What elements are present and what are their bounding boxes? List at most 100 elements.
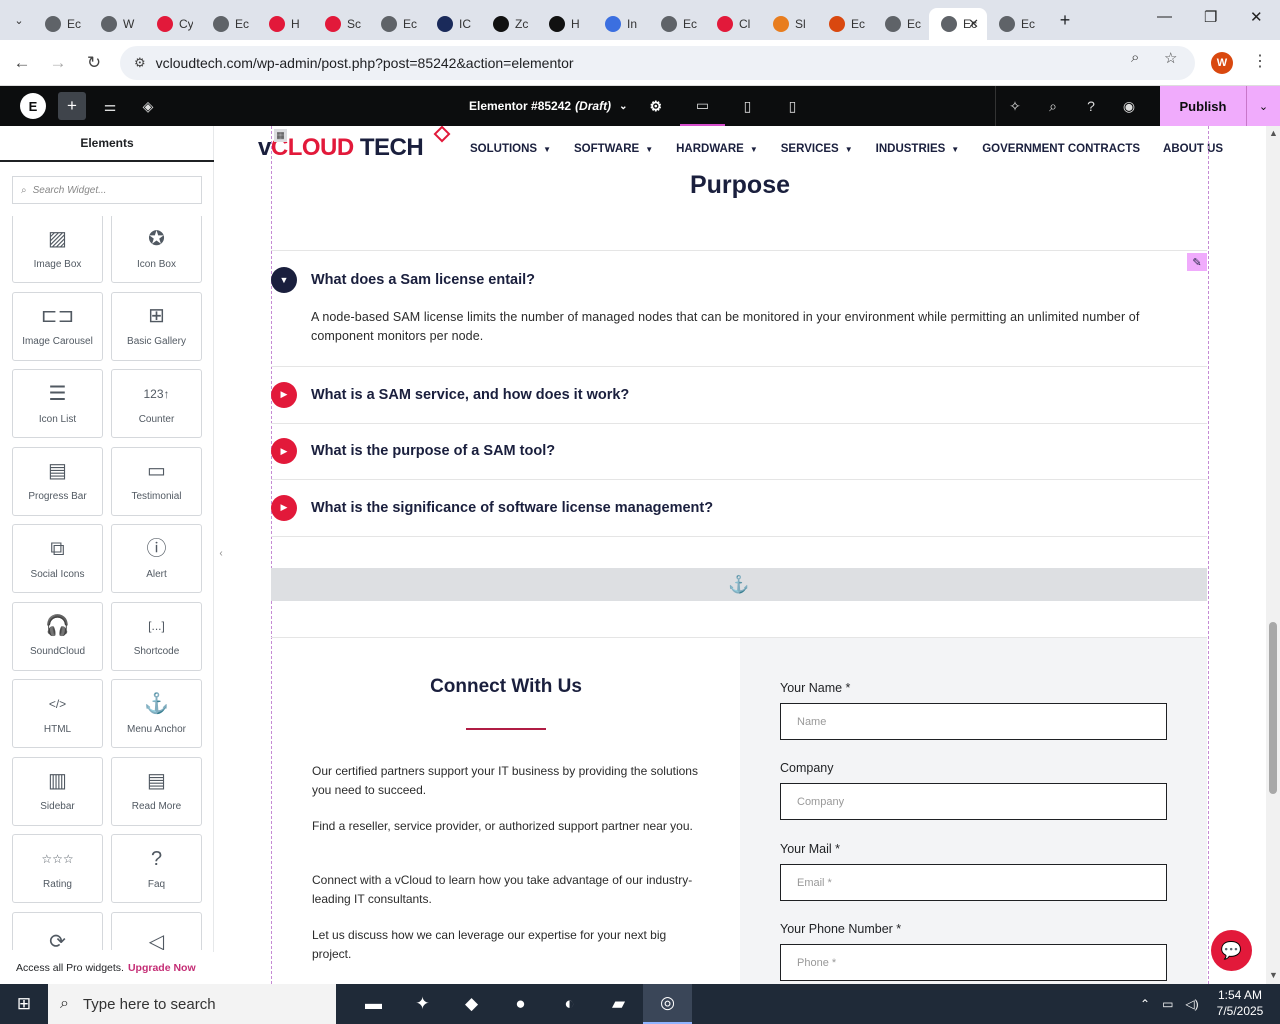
browser-tab[interactable]: H — [537, 8, 593, 40]
faq-question-toggle[interactable]: ▶ What is the significance of software li… — [271, 480, 1207, 536]
upgrade-now-link[interactable]: Upgrade Now — [128, 962, 196, 974]
widget-counter[interactable]: 123↑ Counter — [111, 369, 202, 438]
browser-tab[interactable]: Ec ✕ — [929, 8, 987, 40]
scroll-up-icon[interactable]: ▲ — [1269, 128, 1278, 138]
zoom-icon[interactable]: ⌕ — [1131, 49, 1139, 66]
widget-search-input[interactable]: ⌕ Search Widget... — [12, 176, 202, 204]
widget-icon-list[interactable]: ☰ Icon List — [12, 369, 103, 438]
url-text[interactable]: vcloudtech.com/wp-admin/post.php?post=85… — [156, 55, 574, 71]
browser-tab[interactable]: Cl — [705, 8, 761, 40]
edit-widget-pencil-icon[interactable]: ✎ — [1187, 253, 1207, 271]
page-settings-gear-icon[interactable]: ⚙ — [649, 98, 662, 115]
app-icon[interactable]: ✦ — [398, 984, 447, 1024]
browser-tab[interactable]: Cy — [145, 8, 201, 40]
zoom-app-icon[interactable]: ● — [496, 984, 545, 1024]
scroll-down-icon[interactable]: ▼ — [1269, 970, 1278, 980]
chat-bubble-icon[interactable]: 💬 — [1211, 930, 1252, 971]
bookmark-star-icon[interactable]: ☆ — [1164, 49, 1177, 67]
address-bar[interactable]: ⚙ vcloudtech.com/wp-admin/post.php?post=… — [120, 46, 1195, 80]
widget-lottie-icon[interactable]: ⟳ — [12, 911, 103, 950]
close-tab-icon[interactable]: ✕ — [968, 16, 979, 32]
profile-avatar[interactable]: W — [1211, 52, 1233, 74]
browser-tab[interactable]: Ec — [201, 8, 257, 40]
add-element-button[interactable]: + — [58, 92, 86, 120]
widget-menu-anchor[interactable]: ⚓ Menu Anchor — [111, 679, 202, 748]
help-icon[interactable]: ? — [1072, 86, 1110, 126]
widget-faq[interactable]: ? Faq — [111, 834, 202, 903]
system-clock[interactable]: 1:54 AM 7/5/2025 — [1210, 987, 1270, 1019]
publish-options-chevron-icon[interactable]: ⌄ — [1246, 86, 1280, 126]
widget-social-icons[interactable]: ⧉ Social Icons — [12, 524, 103, 593]
browser-menu-icon[interactable]: ⋮ — [1252, 51, 1268, 71]
back-icon[interactable]: ← — [4, 45, 40, 81]
browser-tab[interactable]: In — [593, 8, 649, 40]
name-field[interactable]: Name — [780, 703, 1167, 740]
volume-icon[interactable]: ◁) — [1185, 997, 1198, 1011]
widget-paper-plane-icon[interactable]: ◁ — [111, 911, 202, 950]
mobile-icon[interactable]: ▯ — [770, 86, 815, 126]
browser-tab[interactable]: W — [89, 8, 145, 40]
widget-shortcode[interactable]: [...] Shortcode — [111, 601, 202, 671]
browser-tab[interactable]: Sl — [761, 8, 817, 40]
windows-start-icon[interactable]: ⊞ — [0, 984, 48, 1024]
new-tab-button[interactable]: + — [1051, 6, 1079, 34]
faq-question-toggle[interactable]: ▶ What is a SAM service, and how does it … — [271, 367, 1207, 423]
restore-icon[interactable]: ❐ — [1204, 8, 1217, 26]
reload-icon[interactable]: ↻ — [76, 45, 112, 81]
browser-tab[interactable]: Ec — [369, 8, 425, 40]
preview-eye-icon[interactable]: ◉ — [1110, 86, 1148, 126]
collapse-panel-icon[interactable]: ‹ — [214, 531, 228, 575]
tablet-icon[interactable]: ▯ — [725, 86, 770, 126]
file-explorer-icon[interactable]: ▬ — [349, 984, 398, 1024]
document-title[interactable]: Elementor #85242 (Draft) ⌄ ⚙ — [469, 86, 662, 126]
email-field[interactable]: Email * — [780, 864, 1167, 901]
widget-read-more[interactable]: ▤ Read More — [111, 756, 202, 826]
structure-layers-icon[interactable]: ◈ — [129, 86, 167, 126]
widget-testimonial[interactable]: ▭ Testimonial — [111, 446, 202, 516]
desktop-icon[interactable]: ▭ — [680, 86, 725, 126]
browser-tab[interactable]: Zc — [481, 8, 537, 40]
faq-question-toggle[interactable]: ▶ What is the purpose of a SAM tool? — [271, 424, 1207, 480]
minimize-icon[interactable]: — — [1157, 8, 1172, 25]
site-info-icon[interactable]: ⚙ — [134, 55, 146, 71]
browser-tab[interactable]: Ec — [817, 8, 873, 40]
panel-title[interactable]: Elements — [0, 126, 214, 162]
browser-tab[interactable]: IC — [425, 8, 481, 40]
finder-search-icon[interactable]: ⌕ — [1034, 86, 1072, 126]
sticky-notes-icon[interactable]: ▰ — [594, 984, 643, 1024]
publish-button[interactable]: Publish — [1160, 86, 1246, 126]
canvas-scrollbar[interactable]: ▲ ▼ — [1266, 126, 1280, 984]
widget-progress-bar[interactable]: ▤ Progress Bar — [12, 446, 103, 516]
close-window-icon[interactable]: ✕ — [1250, 8, 1263, 26]
widget-icon-box[interactable]: ✪ Icon Box — [111, 216, 202, 283]
company-field[interactable]: Company — [780, 783, 1167, 820]
menu-anchor-placeholder[interactable]: ⚓ — [271, 568, 1207, 601]
forward-icon[interactable]: → — [40, 45, 76, 81]
browser-tab[interactable]: Ec — [33, 8, 89, 40]
taskbar-search-box[interactable]: ⌕ Type here to search — [48, 984, 336, 1024]
phone-field[interactable]: Phone * — [780, 944, 1167, 981]
app-icon[interactable]: ◆ — [447, 984, 496, 1024]
widget-soundcloud[interactable]: 🎧 SoundCloud — [12, 601, 103, 671]
widget-basic-gallery[interactable]: ⊞ Basic Gallery — [111, 291, 202, 361]
browser-tab[interactable]: Ec — [873, 8, 929, 40]
chrome-icon[interactable]: ◎ — [643, 984, 692, 1024]
widget-rating[interactable]: ☆☆☆ Rating — [12, 834, 103, 903]
widget-image-carousel[interactable]: ⊏⊐ Image Carousel — [12, 291, 103, 361]
notifications-icon[interactable]: ✧ — [996, 86, 1034, 126]
widget-html[interactable]: </> HTML — [12, 679, 103, 748]
widget-alert[interactable]: ⓘ Alert — [111, 524, 202, 593]
browser-tab[interactable]: Ec — [649, 8, 705, 40]
browser-tab[interactable]: Sc — [313, 8, 369, 40]
elementor-logo-icon[interactable]: E — [20, 93, 46, 119]
tray-chevron-icon[interactable]: ⌃ — [1140, 997, 1150, 1011]
edge-icon[interactable]: ◐ — [545, 984, 594, 1024]
network-icon[interactable]: ▭ — [1162, 997, 1173, 1011]
scroll-thumb[interactable] — [1269, 622, 1277, 794]
faq-question-toggle[interactable]: ▼ What does a Sam license entail? — [271, 252, 1207, 308]
site-settings-icon[interactable]: ⚌ — [91, 86, 129, 126]
browser-tab[interactable]: Ec — [987, 8, 1043, 40]
tab-search-dropdown-icon[interactable]: ⌄ — [5, 6, 33, 34]
widget-image-box[interactable]: ▨ Image Box — [12, 216, 103, 283]
widget-sidebar[interactable]: ▥ Sidebar — [12, 756, 103, 826]
